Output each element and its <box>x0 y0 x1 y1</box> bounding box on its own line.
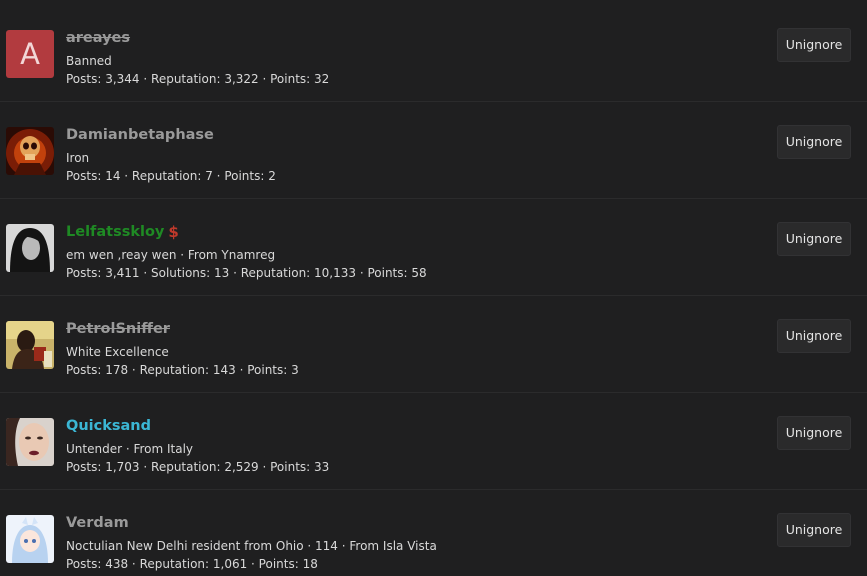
username-link[interactable]: Quicksand <box>66 417 329 435</box>
member-row-petrolsniffer: PetrolSniffer White Excellence Posts: 17… <box>0 296 867 393</box>
avatar[interactable] <box>6 515 54 563</box>
user-stats: Posts: 438 · Reputation: 1,061 · Points:… <box>66 557 318 571</box>
member-row-quicksand: Quicksand Untender · From Italy Posts: 1… <box>0 393 867 490</box>
member-info: PetrolSniffer White Excellence Posts: 17… <box>66 320 299 379</box>
user-stats: Posts: 14 · Reputation: 7 · Points: 2 <box>66 169 276 183</box>
username-link[interactable]: areayes <box>66 29 329 47</box>
unignore-button[interactable]: Unignore <box>777 222 851 256</box>
skull-avatar-image <box>6 127 54 175</box>
member-row-areayes: A areayes Banned Posts: 3,344 · Reputati… <box>0 5 867 102</box>
member-info: areayes Banned Posts: 3,344 · Reputation… <box>66 29 329 88</box>
unignore-button[interactable]: Unignore <box>777 513 851 547</box>
member-info: Quicksand Untender · From Italy Posts: 1… <box>66 417 329 476</box>
username-text[interactable]: Lelfatsskloy <box>66 224 164 240</box>
avatar[interactable] <box>6 224 54 272</box>
avatar[interactable] <box>6 418 54 466</box>
portrait-avatar-image <box>6 224 54 272</box>
member-row-damianbetaphase: Damianbetaphase Iron Posts: 14 · Reputat… <box>0 102 867 199</box>
unignore-button[interactable]: Unignore <box>777 125 851 159</box>
dollar-badge-icon: $ <box>168 223 179 241</box>
user-stats: Posts: 3,344 · Reputation: 3,322 · Point… <box>66 72 330 86</box>
user-title: Untender · From Italy <box>66 442 194 456</box>
username-link[interactable]: Verdam <box>66 514 437 532</box>
username-link[interactable]: Damianbetaphase <box>66 126 276 144</box>
photo-avatar-image <box>6 321 54 369</box>
user-title: White Excellence <box>66 345 169 359</box>
member-info: Lelfatsskloy $ em wen ,reay wen · From Yn… <box>66 223 427 282</box>
username-link[interactable]: PetrolSniffer <box>66 320 299 338</box>
avatar[interactable] <box>6 321 54 369</box>
avatar[interactable]: A <box>6 30 54 78</box>
member-row-verdam: Verdam Noctulian New Delhi resident from… <box>0 490 867 576</box>
unignore-button[interactable]: Unignore <box>777 319 851 353</box>
member-info: Damianbetaphase Iron Posts: 14 · Reputat… <box>66 126 276 185</box>
unignore-button[interactable]: Unignore <box>777 416 851 450</box>
member-info: Verdam Noctulian New Delhi resident from… <box>66 514 437 573</box>
user-title: Banned <box>66 54 112 68</box>
avatar[interactable] <box>6 127 54 175</box>
user-title: em wen ,reay wen · From Ynamreg <box>66 248 276 262</box>
unignore-button[interactable]: Unignore <box>777 28 851 62</box>
face-avatar-image <box>6 418 54 466</box>
user-title: Noctulian New Delhi resident from Ohio ·… <box>66 539 437 553</box>
username-link[interactable]: Lelfatsskloy $ <box>66 223 427 241</box>
user-stats: Posts: 178 · Reputation: 143 · Points: 3 <box>66 363 299 377</box>
user-title: Iron <box>66 151 90 165</box>
user-stats: Posts: 1,703 · Reputation: 2,529 · Point… <box>66 460 330 474</box>
member-row-lelfatsskloy: Lelfatsskloy $ em wen ,reay wen · From Yn… <box>0 199 867 296</box>
ignored-members-list: A areayes Banned Posts: 3,344 · Reputati… <box>0 0 867 576</box>
anime-avatar-image <box>6 515 54 563</box>
user-stats: Posts: 3,411 · Solutions: 13 · Reputatio… <box>66 266 427 280</box>
